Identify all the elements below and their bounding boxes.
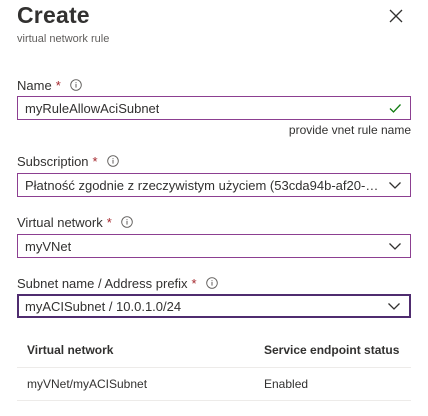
chevron-down-icon: [389, 182, 401, 189]
info-icon[interactable]: [106, 155, 119, 167]
subscription-dropdown[interactable]: Płatność zgodnie z rzeczywistym użyciem …: [17, 173, 411, 197]
grid-cell-endpoint-status: Enabled: [264, 377, 309, 391]
name-input-value: myRuleAllowAciSubnet: [25, 100, 160, 116]
name-label-row: Name *: [17, 76, 82, 94]
subnet-label: Subnet name / Address prefix: [17, 275, 188, 291]
virtual-network-required-mark: *: [106, 214, 112, 230]
grid-header-endpoint-status: Service endpoint status: [264, 343, 400, 357]
page-subtitle: virtual network rule: [17, 33, 110, 45]
chevron-down-icon: [389, 243, 401, 250]
subscription-dropdown-value: Płatność zgodnie z rzeczywistym użyciem …: [25, 177, 382, 193]
virtual-network-dropdown[interactable]: myVNet: [17, 234, 411, 258]
subnet-dropdown-value: myACISubnet / 10.0.1.0/24: [25, 298, 182, 314]
subnet-label-row: Subnet name / Address prefix *: [17, 274, 218, 292]
info-icon[interactable]: [69, 79, 82, 91]
name-hint: provide vnet rule name: [288, 123, 411, 137]
subnet-endpoint-grid: Virtual network Service endpoint status …: [17, 333, 411, 401]
subscription-label: Subscription: [17, 153, 89, 169]
name-label: Name: [17, 77, 52, 93]
name-required-mark: *: [55, 77, 61, 93]
subscription-required-mark: *: [92, 153, 98, 169]
info-icon[interactable]: [121, 216, 133, 228]
info-icon[interactable]: [205, 277, 218, 289]
name-input[interactable]: myRuleAllowAciSubnet: [17, 96, 411, 120]
chevron-down-icon: [388, 303, 400, 310]
create-vnet-rule-panel: Create virtual network rule Name * myRul…: [0, 0, 428, 416]
virtual-network-dropdown-value: myVNet: [25, 238, 72, 254]
subnet-required-mark: *: [191, 275, 197, 291]
subscription-label-row: Subscription *: [17, 152, 119, 170]
virtual-network-label-row: Virtual network *: [17, 213, 133, 231]
table-row: myVNet/myACISubnet Enabled: [17, 368, 411, 401]
grid-cell-virtual-network: myVNet/myACISubnet: [27, 377, 148, 391]
page-title: Create: [17, 2, 90, 28]
subnet-dropdown[interactable]: myACISubnet / 10.0.1.0/24: [17, 294, 411, 318]
virtual-network-label: Virtual network: [17, 214, 103, 230]
grid-header-row: Virtual network Service endpoint status: [17, 333, 411, 368]
close-icon[interactable]: [388, 8, 404, 24]
checkmark-icon: [389, 104, 401, 113]
grid-header-virtual-network: Virtual network: [27, 343, 114, 357]
